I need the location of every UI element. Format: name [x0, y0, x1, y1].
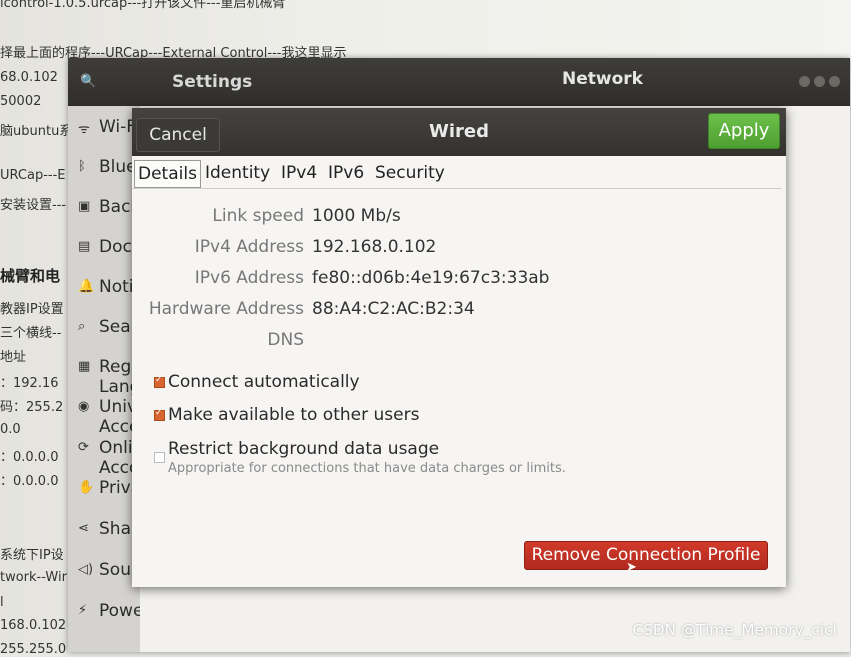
dns-label: DNS: [267, 330, 304, 350]
background-text-line: 地址: [0, 350, 27, 365]
background-text-line: ：0.0.0.0: [0, 474, 59, 489]
wired-dialog: Cancel Wired Apply Details Identity IPv4…: [132, 108, 786, 587]
background-text-line: 系统下IP设: [0, 548, 64, 563]
background-text-line: l: [0, 595, 4, 610]
background-text-line: 安装设置---: [0, 198, 67, 213]
background-text-line: 0.0: [0, 422, 21, 437]
mouse-pointer-icon: ➤: [626, 560, 637, 575]
make-available-checkbox[interactable]: [154, 408, 165, 421]
privacy-icon: ✋: [78, 480, 95, 495]
sidebar-item-online-accounts[interactable]: ⟳Online Accounts: [68, 429, 140, 478]
sidebar-item-power[interactable]: ⚡ Power: [68, 592, 140, 632]
maximize-button[interactable]: [814, 76, 825, 87]
sidebar-item-sharing[interactable]: ⋖Sharing: [68, 510, 140, 550]
background-text-line: 50002: [0, 94, 42, 109]
network-panel-title: Network: [562, 69, 643, 89]
sidebar-item-universal-access[interactable]: ◉Universal Access: [68, 388, 140, 437]
background-text-line: 码：255.2: [0, 400, 64, 415]
ipv6-address-label: IPv6 Address: [194, 268, 304, 288]
hardware-address-label: Hardware Address: [148, 299, 304, 319]
background-text-line: 68.0.102: [0, 70, 58, 85]
connect-automatically-checkbox[interactable]: [154, 375, 165, 388]
minimize-button[interactable]: [799, 76, 810, 87]
sidebar-item-notifications[interactable]: 🔔Notifications: [68, 268, 140, 308]
background-text-line: lcontrol-1.0.5.urcap---打开该文件---重启机械臂: [0, 0, 286, 11]
background-text-line: URCap---E: [0, 168, 66, 183]
tab-security[interactable]: Security: [372, 160, 448, 186]
search-icon: ⌕: [78, 319, 86, 334]
hardware-address-value: 88:A4:C2:AC:B2:34: [312, 299, 475, 319]
tab-identity[interactable]: Identity: [202, 160, 273, 186]
background-text-line: 168.0.102: [0, 618, 67, 633]
sidebar-item-background[interactable]: ▣Background: [68, 188, 140, 228]
online-accounts-icon: ⟳: [78, 440, 89, 455]
background-icon: ▣: [78, 199, 91, 214]
remove-connection-profile-button[interactable]: Remove Connection Profile: [524, 541, 768, 570]
search-icon[interactable]: 🔍: [80, 74, 96, 89]
sidebar-item-wi-fi[interactable]: ᯤ Wi-Fi: [68, 108, 140, 148]
link-speed-value: 1000 Mb/s: [312, 206, 401, 226]
background-text-line: 脑ubuntu系: [0, 124, 73, 139]
window-controls: [795, 72, 840, 91]
ipv4-address-value: 192.168.0.102: [312, 237, 437, 257]
tab-ipv6[interactable]: IPv6: [325, 160, 367, 186]
tab-details[interactable]: Details: [134, 160, 201, 188]
ipv6-address-value: fe80::d06b:4e19:67c3:33ab: [312, 268, 550, 288]
sidebar-item-label: Power: [99, 601, 140, 621]
dialog-headerbar: Cancel Wired Apply: [132, 108, 786, 156]
dialog-title: Wired: [429, 121, 489, 142]
wifi-icon: ᯤ: [78, 122, 90, 137]
sidebar-item-dock[interactable]: ▤ Dock: [68, 228, 140, 268]
close-button[interactable]: [829, 76, 840, 87]
ipv4-address-label: IPv4 Address: [194, 237, 304, 257]
watermark: CSDN @Time_Memory_cici: [632, 621, 837, 639]
bluetooth-icon: ᛒ: [78, 159, 86, 174]
settings-title: Settings: [172, 72, 253, 92]
apply-button[interactable]: Apply: [708, 113, 780, 149]
background-text-line: 械臂和电: [0, 267, 61, 285]
sidebar-item-sound[interactable]: ◁)Sound: [68, 551, 140, 591]
notifications-icon: 🔔: [78, 279, 95, 294]
settings-sidebar: ᯤWi-FiᛒBluetooth▣Background▤Dock🔔Notific…: [68, 106, 140, 652]
sidebar-item-search[interactable]: ⌕Search: [68, 308, 140, 348]
background-text-line: ：192.16: [0, 376, 59, 391]
settings-headerbar: 🔍 Settings Network: [68, 58, 850, 106]
region-icon: ▦: [78, 359, 91, 374]
sharing-icon: ⋖: [78, 521, 89, 536]
make-available-label: Make available to other users: [168, 405, 420, 425]
sound-icon: ◁): [78, 562, 94, 577]
restrict-background-checkbox[interactable]: [154, 452, 165, 463]
link-speed-label: Link speed: [212, 206, 304, 226]
sidebar-item-bluetooth[interactable]: ᛒBluetooth: [68, 148, 140, 188]
background-text-line: twork--Wir: [0, 570, 67, 585]
restrict-background-label: Restrict background data usage: [168, 439, 440, 459]
tab-ipv4[interactable]: IPv4: [278, 160, 320, 186]
connect-automatically-label: Connect automatically: [168, 372, 360, 392]
universal-access-icon: ◉: [78, 399, 90, 414]
restrict-background-sublabel: Appropriate for connections that have da…: [168, 461, 566, 476]
sidebar-item-privacy[interactable]: ✋Privacy: [68, 469, 140, 509]
background-text-line: 三个横线--: [0, 326, 62, 341]
power-icon: ⚡: [78, 603, 88, 618]
background-text-line: 教器IP设置: [0, 302, 64, 317]
sidebar-item-region-language[interactable]: ▦Region & Language: [68, 348, 140, 397]
tab-divider: [132, 188, 782, 189]
background-text-line: ：0.0.0.0: [0, 450, 59, 465]
dock-icon: ▤: [78, 239, 91, 254]
background-text-line: 255.255.0: [0, 642, 67, 657]
